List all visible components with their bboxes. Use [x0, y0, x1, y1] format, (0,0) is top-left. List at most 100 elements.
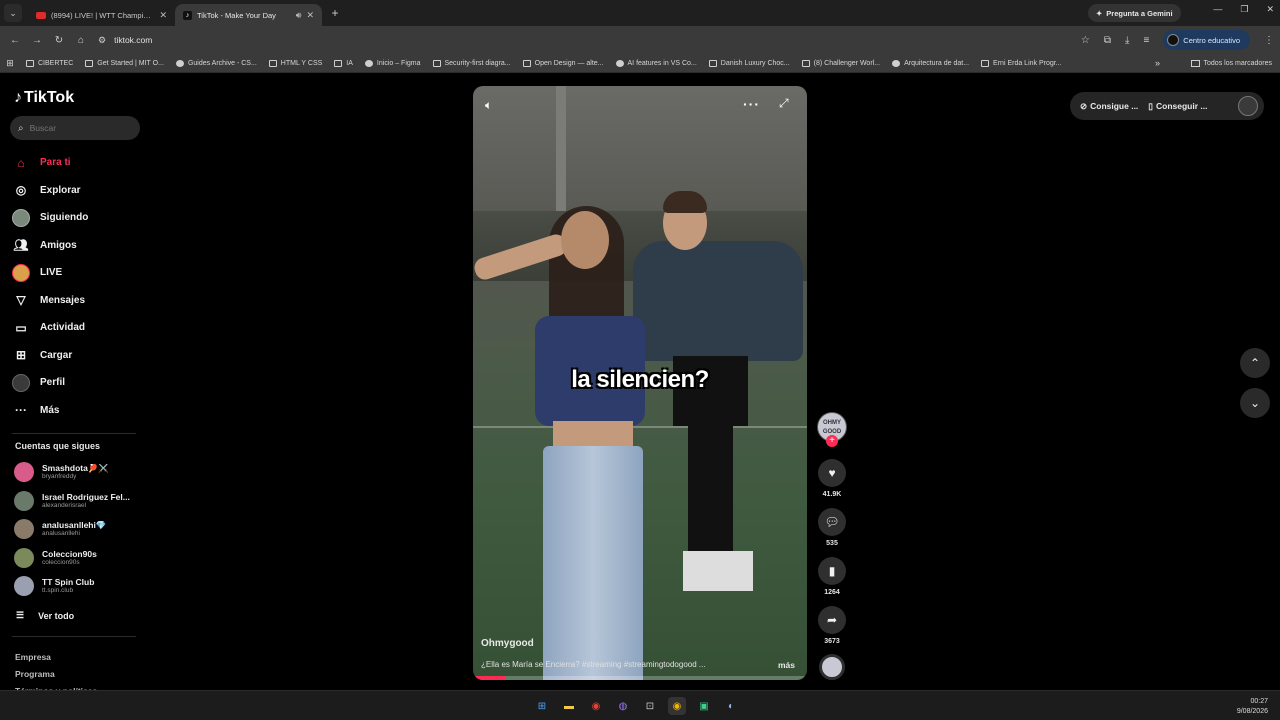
- reload-button[interactable]: ↻: [48, 35, 70, 46]
- comment-icon[interactable]: 💬︎: [818, 508, 846, 536]
- following-item[interactable]: Coleccion90s coleccion90s: [14, 544, 144, 573]
- see-all-label: Ver todo: [38, 610, 75, 621]
- nav-actividad[interactable]: ▭ Actividad: [12, 314, 142, 342]
- nav-live[interactable]: LIVE: [12, 259, 142, 287]
- media-control-icon[interactable]: ≡: [1143, 35, 1149, 46]
- volume-icon[interactable]: 🔈︎: [485, 98, 492, 113]
- tab-search-button[interactable]: ⌄: [4, 4, 22, 22]
- bookmark-item[interactable]: Get Started | MIT O...: [79, 59, 170, 67]
- nav-para-ti[interactable]: ⌂ Para ti: [12, 149, 142, 177]
- app-icon[interactable]: ▣: [695, 697, 713, 715]
- browser-menu-icon[interactable]: ⋮: [1264, 35, 1274, 46]
- extensions-icon[interactable]: ⧉: [1104, 35, 1111, 46]
- footer-link[interactable]: Programa: [15, 666, 97, 683]
- back-button[interactable]: ←: [4, 35, 26, 46]
- apps-grid-icon[interactable]: ⊞: [0, 58, 20, 69]
- footer-link[interactable]: Empresa: [15, 649, 97, 666]
- nav-explorar[interactable]: ◎ Explorar: [12, 177, 142, 205]
- tab-title: TikTok - Make Your Day: [197, 10, 276, 20]
- follow-name: Smashdota🏓⚔️: [42, 464, 109, 473]
- bookmark-item[interactable]: Guides Archive - CS...: [170, 59, 263, 67]
- bookmark-item[interactable]: Security-first diagra...: [427, 59, 517, 67]
- chrome-icon[interactable]: ◉: [587, 697, 605, 715]
- profile-button[interactable]: Centro educativo: [1163, 30, 1250, 50]
- tab-close-button[interactable]: ✕: [159, 10, 167, 21]
- bookmark-item[interactable]: Erni Erda Link Progr...: [975, 59, 1067, 67]
- follow-name: TT Spin Club: [42, 578, 95, 587]
- bookmark-item[interactable]: Inicio – Figma: [359, 59, 427, 67]
- minimize-button[interactable]: —: [1213, 4, 1222, 15]
- video-author[interactable]: Ohmygood: [481, 638, 534, 649]
- bookmark-item[interactable]: Arquitectura de dat...: [886, 59, 975, 67]
- video-player[interactable]: la silencien? 🔈︎ ··· ⤢ Ohmygood ¿Ella es…: [473, 86, 807, 680]
- search-input[interactable]: [29, 123, 130, 133]
- nav-perfil[interactable]: Perfil: [12, 369, 142, 397]
- bookmark-star-icon[interactable]: ☆: [1081, 35, 1090, 46]
- bookmark-item[interactable]: (8) Challenger Worl...: [796, 59, 886, 67]
- browser-tab-2[interactable]: ♪ TikTok - Make Your Day 🔊︎ ✕: [175, 4, 322, 26]
- all-bookmarks-button[interactable]: Todos los marcadores: [1190, 59, 1272, 67]
- bookmark-item[interactable]: AI features in VS Co...: [610, 59, 703, 67]
- user-avatar[interactable]: [1238, 96, 1258, 116]
- video-progress-bar[interactable]: [473, 676, 807, 680]
- bookmark-favicon-icon: [801, 59, 810, 67]
- compass-icon: ◎: [15, 183, 27, 198]
- next-video-button[interactable]: ⌄: [1240, 388, 1270, 418]
- forward-button[interactable]: →: [26, 35, 48, 46]
- see-all-button[interactable]: ☰ Ver todo: [16, 610, 74, 621]
- following-item[interactable]: Smashdota🏓⚔️ bryanfreddy: [14, 458, 144, 487]
- bookmark-icon[interactable]: ▮: [818, 557, 846, 585]
- more-options-icon[interactable]: ···: [743, 96, 760, 112]
- nav-mensajes[interactable]: ▽ Mensajes: [12, 287, 142, 315]
- heart-icon[interactable]: ♥: [818, 459, 846, 487]
- youtube-icon: [36, 11, 46, 19]
- sidebar-divider: [12, 636, 136, 637]
- following-item[interactable]: TT Spin Club tt.spin.club: [14, 572, 144, 601]
- bookmarks-overflow-button[interactable]: »: [1155, 58, 1160, 68]
- tiktok-logo[interactable]: ♪ TikTok: [14, 89, 74, 107]
- system-clock[interactable]: 00:27 9/08/2026: [1237, 697, 1268, 717]
- bookmark-item[interactable]: CIBERTEC: [20, 59, 79, 67]
- more-icon: ···: [15, 403, 27, 418]
- following-item[interactable]: Israel Rodriguez Fel... alexanderisrael: [14, 487, 144, 516]
- tab-audio-icon[interactable]: 🔊︎: [296, 10, 302, 21]
- site-info-icon[interactable]: ⚙: [98, 35, 106, 46]
- bookmark-item[interactable]: Open Design — alte...: [517, 59, 610, 67]
- bookmark-item[interactable]: HTML Y CSS: [263, 59, 329, 67]
- app-icon[interactable]: ⊡: [641, 697, 659, 715]
- steam-icon[interactable]: ◐: [722, 697, 740, 715]
- file-explorer-icon[interactable]: ▬: [560, 697, 578, 715]
- home-button[interactable]: ⌂: [70, 35, 92, 46]
- save-action: ▮ 1264: [818, 557, 846, 596]
- nav-cargar[interactable]: ⊞ Cargar: [12, 342, 142, 370]
- bookmark-item[interactable]: Danish Luxury Choc...: [703, 59, 796, 67]
- get-coins-button[interactable]: ⊘ Consigue ...: [1080, 101, 1138, 112]
- os-taskbar: ⊞ ▬ ◉ ◍ ⊡ ◉ ▣ ◐ 00:27 9/08/2026: [0, 690, 1280, 720]
- nav-siguiendo[interactable]: Siguiendo: [12, 204, 142, 232]
- tab-close-button[interactable]: ✕: [306, 10, 314, 21]
- get-app-button[interactable]: ▯ Conseguir ...: [1148, 101, 1207, 112]
- following-item[interactable]: analusanllehi💎 analusanllehi: [14, 515, 144, 544]
- download-icon[interactable]: ⤓: [1125, 35, 1129, 46]
- close-window-button[interactable]: ✕: [1266, 4, 1274, 15]
- nav-mas[interactable]: ··· Más: [12, 397, 142, 425]
- bookmark-item[interactable]: IA: [328, 59, 359, 67]
- app-icon[interactable]: ◍: [614, 697, 632, 715]
- nav-label: Para ti: [40, 157, 71, 169]
- address-bar[interactable]: ⚙ tiktok.com: [98, 30, 1078, 50]
- windows-start-icon[interactable]: ⊞: [533, 697, 551, 715]
- previous-video-button[interactable]: ⌃: [1240, 348, 1270, 378]
- nav-amigos[interactable]: 👥︎ Amigos: [12, 232, 142, 260]
- search-box[interactable]: ⌕: [10, 116, 140, 140]
- more-text-button[interactable]: más: [778, 660, 795, 670]
- new-tab-button[interactable]: +: [326, 6, 344, 20]
- follow-plus-button[interactable]: +: [826, 435, 838, 447]
- maximize-button[interactable]: ❐: [1240, 4, 1248, 15]
- clock-date: 9/08/2026: [1236, 708, 1268, 715]
- fullscreen-icon[interactable]: ⤢: [779, 96, 789, 111]
- share-icon[interactable]: ➦: [818, 606, 846, 634]
- music-disc-icon[interactable]: [819, 654, 845, 680]
- browser-tab-1[interactable]: (8994) LIVE! | WTT Champions ✕: [28, 4, 175, 26]
- gemini-button[interactable]: ✦ Pregunta a Gemini: [1088, 4, 1181, 22]
- chrome-active-icon[interactable]: ◉: [668, 697, 686, 715]
